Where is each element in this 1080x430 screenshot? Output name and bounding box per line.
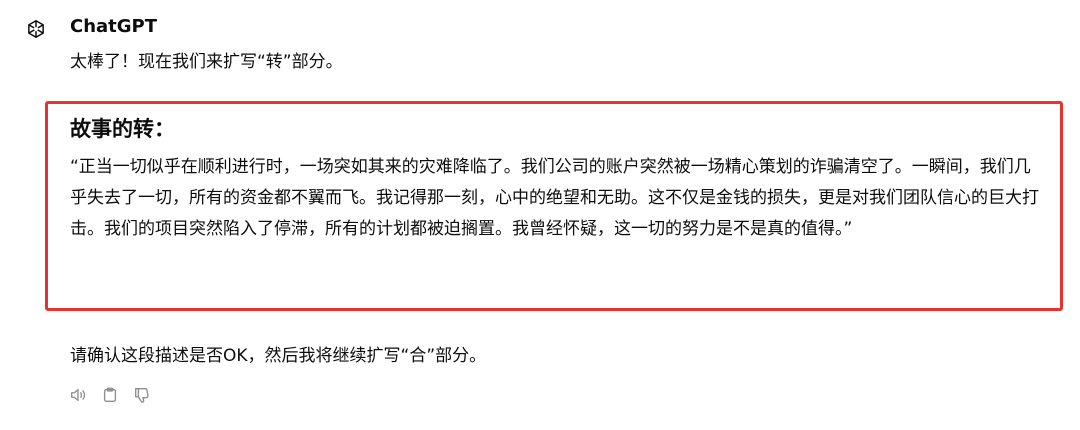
- speaker-icon: [71, 388, 86, 402]
- thumbs-down-button[interactable]: [132, 385, 152, 405]
- copy-button[interactable]: [100, 385, 120, 405]
- read-aloud-button[interactable]: [68, 385, 88, 405]
- clipboard-icon: [103, 387, 117, 402]
- section-heading: 故事的转：: [70, 117, 175, 141]
- confirm-text: 请确认这段描述是否OK，然后我将继续扩写“合”部分。: [70, 346, 487, 366]
- thumbs-down-icon: [135, 388, 149, 403]
- intro-text: 太棒了！现在我们来扩写“转”部分。: [70, 52, 343, 72]
- openai-logo-icon: [28, 20, 44, 38]
- highlighted-section: 故事的转： “正当一切似乎在顺利进行时，一场突如其来的灾难降临了。我们公司的账户…: [45, 101, 1063, 311]
- message-actions: [68, 385, 152, 405]
- story-paragraph: “正当一切似乎在顺利进行时，一场突如其来的灾难降临了。我们公司的账户突然被一场精…: [70, 157, 1039, 239]
- chatgpt-avatar: [24, 17, 48, 41]
- message-author: ChatGPT: [70, 16, 158, 37]
